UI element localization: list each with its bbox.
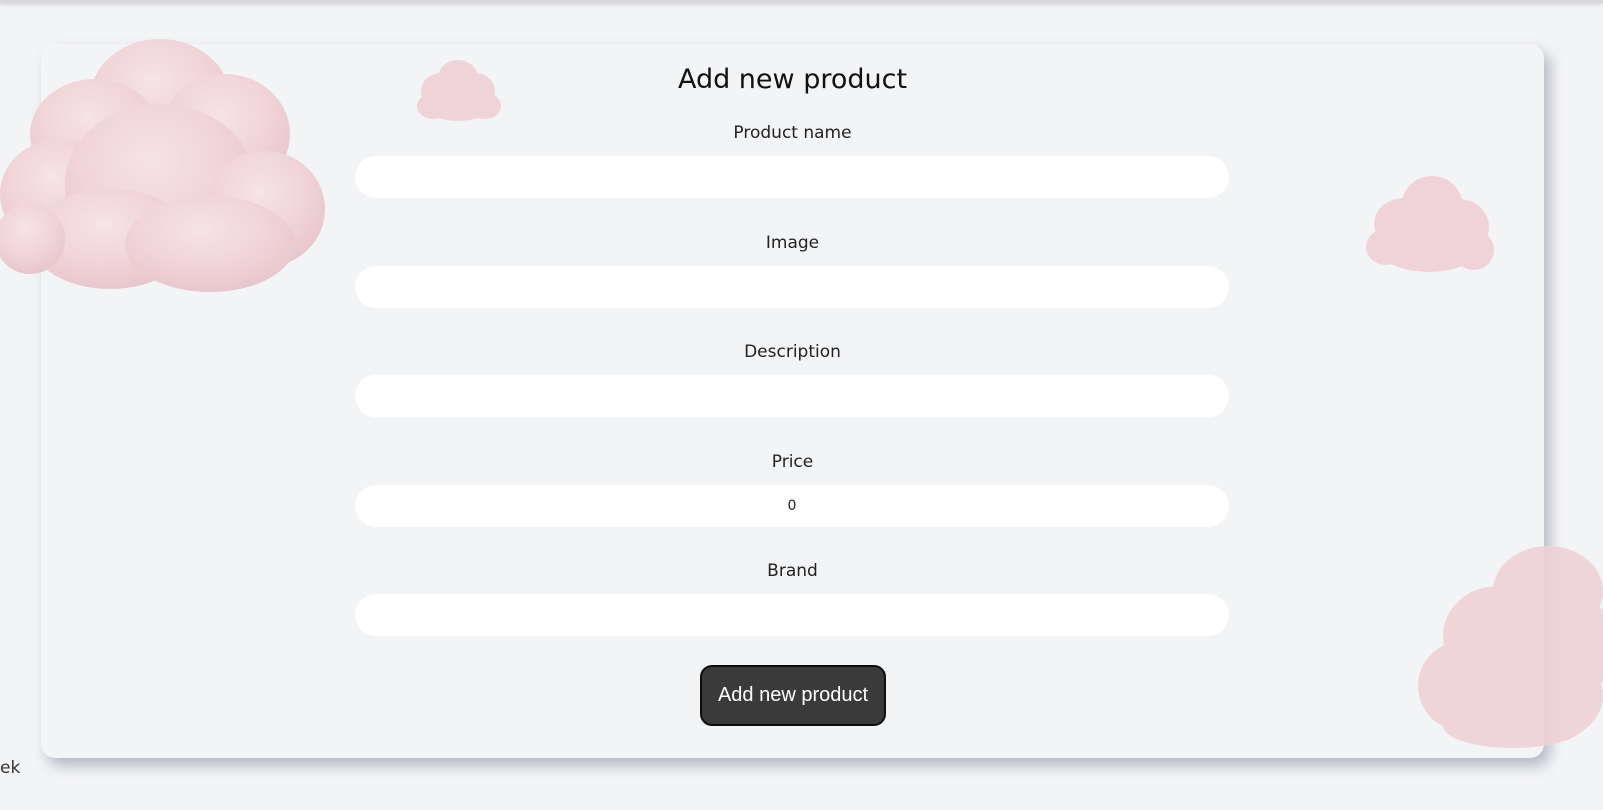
add-product-button[interactable]: Add new product — [700, 665, 886, 726]
image-label: Image — [765, 233, 820, 253]
product-name-input[interactable] — [355, 156, 1229, 198]
price-input[interactable] — [355, 485, 1229, 527]
top-bar — [0, 0, 1603, 3]
price-label: Price — [771, 452, 814, 472]
description-label: Description — [744, 342, 841, 362]
page-title: Add new product — [677, 64, 908, 95]
brand-label: Brand — [767, 561, 818, 581]
product-name-label: Product name — [733, 123, 852, 143]
footer-text: ek — [0, 758, 21, 778]
image-input[interactable] — [355, 266, 1229, 308]
description-input[interactable] — [355, 375, 1229, 417]
add-product-card: Add new product Product name Image Descr… — [41, 44, 1544, 758]
brand-input[interactable] — [355, 594, 1229, 636]
